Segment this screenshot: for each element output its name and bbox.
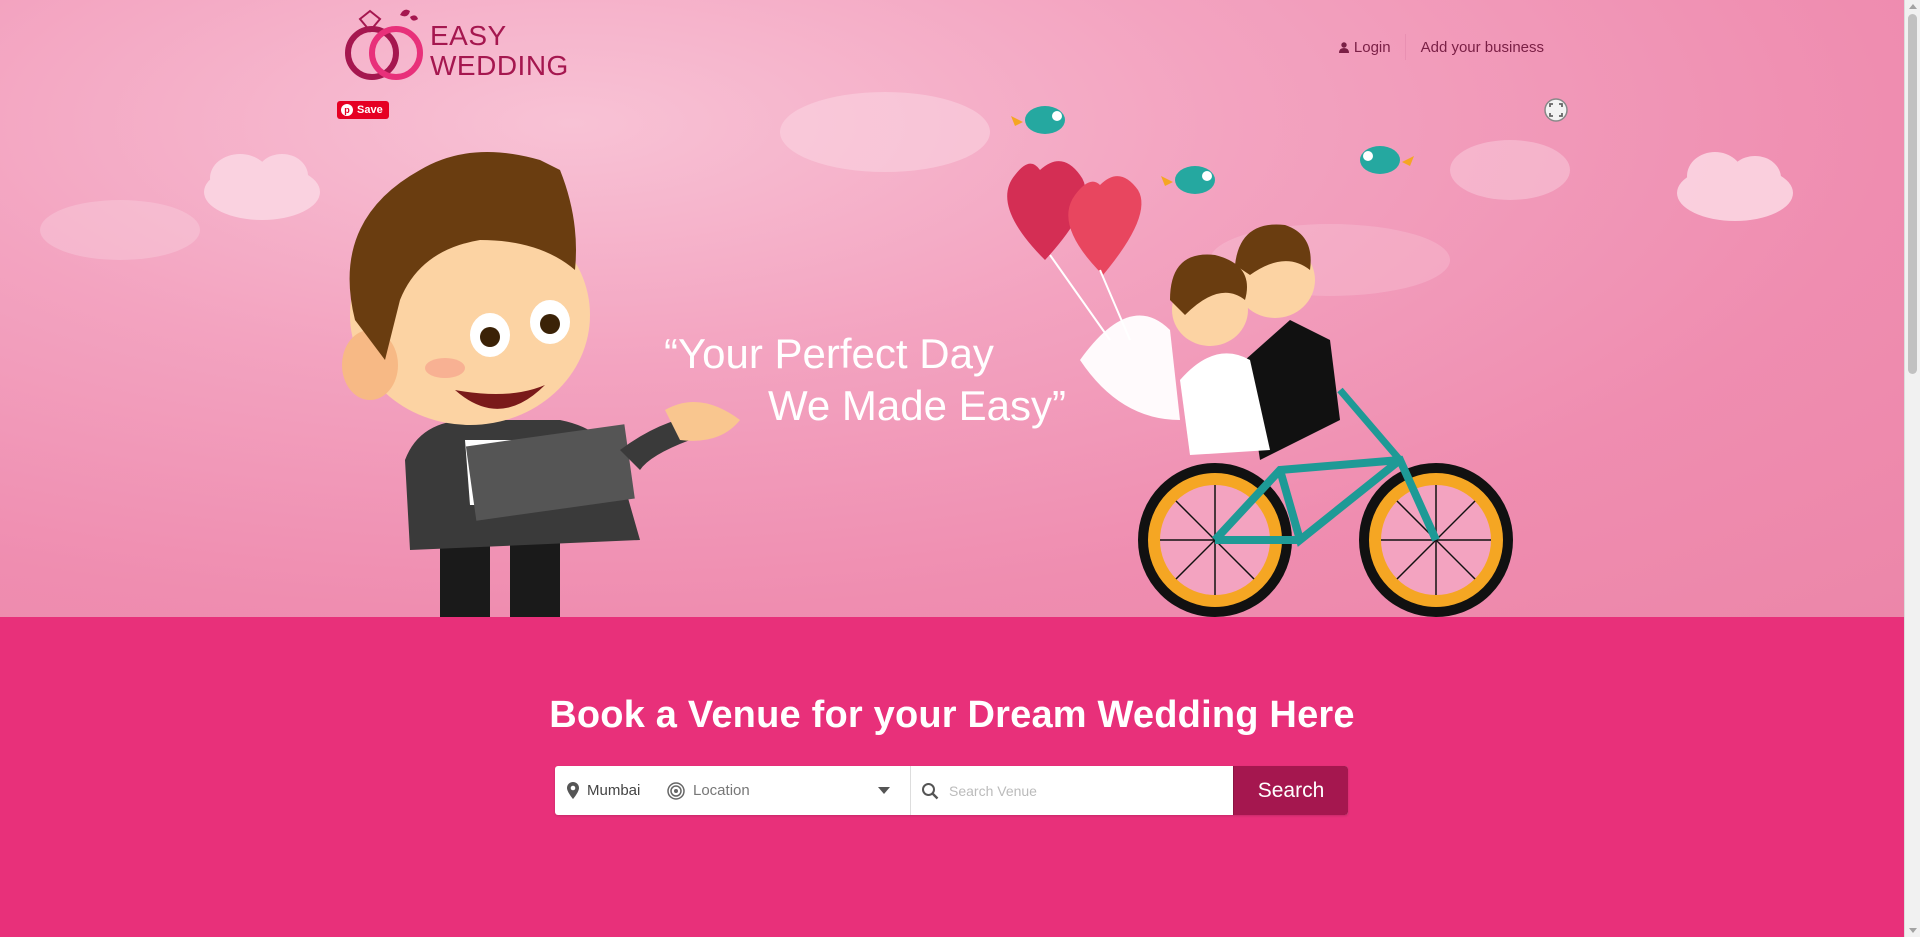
location-dropdown[interactable]: Location bbox=[665, 766, 911, 815]
venue-search-input[interactable] bbox=[947, 781, 1211, 800]
target-icon bbox=[667, 781, 685, 800]
hero-illustration bbox=[40, 92, 1793, 617]
page-scrollbar[interactable] bbox=[1904, 0, 1920, 937]
clouds bbox=[40, 92, 1793, 296]
scroll-down-icon[interactable] bbox=[1909, 928, 1917, 933]
city-value: Mumbai bbox=[587, 782, 641, 799]
scrollbar-thumb[interactable] bbox=[1908, 14, 1917, 374]
chevron-down-icon bbox=[878, 787, 890, 794]
hero-quote-line2: We Made Easy” bbox=[768, 382, 1066, 429]
login-link[interactable]: Login bbox=[1338, 38, 1405, 56]
venue-search-bar: Mumbai Location Search bbox=[555, 766, 1348, 815]
search-button[interactable]: Search bbox=[1233, 766, 1348, 815]
search-icon bbox=[922, 782, 939, 799]
city-selector[interactable]: Mumbai bbox=[555, 766, 665, 815]
expand-icon[interactable] bbox=[1544, 98, 1568, 122]
groom-character bbox=[342, 152, 740, 617]
pinterest-icon: p bbox=[341, 104, 353, 116]
brand-line2: WEDDING bbox=[430, 50, 569, 81]
login-label: Login bbox=[1353, 38, 1391, 56]
rings-logo-icon bbox=[345, 9, 423, 80]
add-business-link[interactable]: Add your business bbox=[1406, 39, 1544, 56]
pinterest-save-button[interactable]: p Save bbox=[337, 101, 389, 119]
brand-name: EASY WEDDING bbox=[430, 21, 569, 81]
brand-logo[interactable]: EASY WEDDING bbox=[340, 5, 570, 85]
hero-banner: EASY WEDDING Login Add your business p S… bbox=[0, 0, 1904, 617]
top-nav: Login Add your business bbox=[1338, 34, 1544, 60]
scroll-up-icon[interactable] bbox=[1909, 4, 1917, 9]
page-headline: Book a Venue for your Dream Wedding Here bbox=[549, 694, 1355, 736]
hero-quote-line1: “Your Perfect Day bbox=[664, 330, 994, 377]
heart-balloons bbox=[1007, 161, 1142, 341]
venue-search-field bbox=[911, 766, 1233, 815]
couple-bicycle bbox=[1080, 224, 1513, 617]
user-icon bbox=[1338, 41, 1349, 53]
pinterest-save-label: Save bbox=[357, 104, 383, 116]
location-placeholder: Location bbox=[693, 782, 750, 799]
brand-line1: EASY bbox=[430, 20, 507, 51]
map-pin-icon bbox=[567, 782, 579, 799]
